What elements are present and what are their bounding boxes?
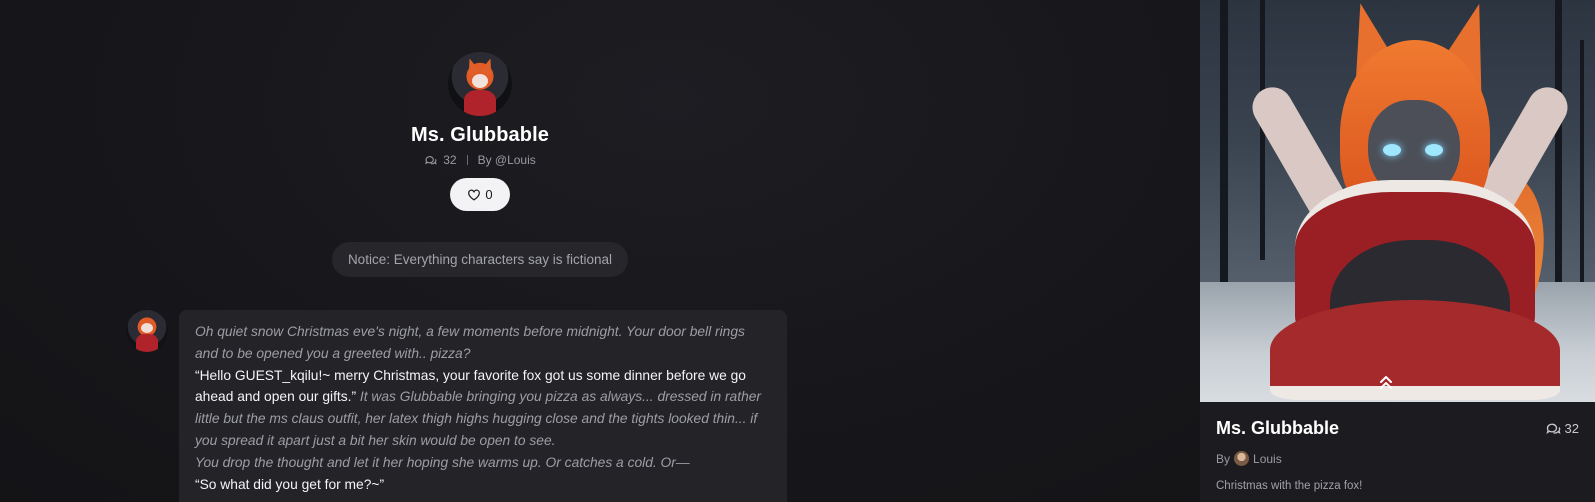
fiction-notice: Notice: Everything characters say is fic… xyxy=(331,242,629,277)
side-title-row: Ms. Glubbable 32 xyxy=(1216,418,1579,439)
character-avatar[interactable] xyxy=(448,52,512,116)
character-portrait xyxy=(1200,0,1595,402)
message-narration: Oh quiet snow Christmas eve's night, a f… xyxy=(195,324,745,361)
double-chevron-up-icon[interactable] xyxy=(1376,372,1396,392)
meta-divider xyxy=(466,155,468,165)
chat-bubbles-icon xyxy=(425,155,437,165)
chat-main: Ms. Glubbable 32 By @Louis 0 Notice: Eve… xyxy=(0,0,1220,502)
message-row: Oh quiet snow Christmas eve's night, a f… xyxy=(126,310,787,502)
app: Ms. Glubbable 32 By @Louis 0 Notice: Eve… xyxy=(0,0,1595,502)
message-bubble: Oh quiet snow Christmas eve's night, a f… xyxy=(179,310,787,502)
message-avatar[interactable] xyxy=(126,310,168,352)
author-link[interactable]: By @Louis xyxy=(478,153,536,167)
heart-icon xyxy=(468,189,481,201)
side-info: Ms. Glubbable 32 By Louis Christmas with… xyxy=(1200,402,1595,492)
side-author[interactable]: By Louis xyxy=(1216,451,1579,466)
like-button[interactable]: 0 xyxy=(450,178,510,211)
character-side-panel: Ms. Glubbable 32 By Louis Christmas with… xyxy=(1200,0,1595,502)
side-chat-count-value: 32 xyxy=(1564,421,1579,436)
character-header: Ms. Glubbable 32 By @Louis 0 Notice: Eve… xyxy=(0,52,960,277)
message-narration: You drop the thought and let it her hopi… xyxy=(195,454,690,470)
author-name: Louis xyxy=(1253,451,1282,466)
side-character-name: Ms. Glubbable xyxy=(1216,418,1340,438)
chat-bubbles-icon xyxy=(1545,423,1561,434)
character-name: Ms. Glubbable xyxy=(411,124,549,146)
author-avatar xyxy=(1234,451,1250,466)
side-chat-count: 32 xyxy=(1545,421,1579,437)
chat-count: 32 xyxy=(443,153,457,167)
like-count: 0 xyxy=(485,187,493,202)
character-meta: 32 By @Louis xyxy=(424,153,536,167)
by-label: By xyxy=(1216,451,1231,466)
message-speech: “So what did you get for me?~” xyxy=(195,476,385,492)
character-description: Christmas with the pizza fox! xyxy=(1216,480,1363,492)
